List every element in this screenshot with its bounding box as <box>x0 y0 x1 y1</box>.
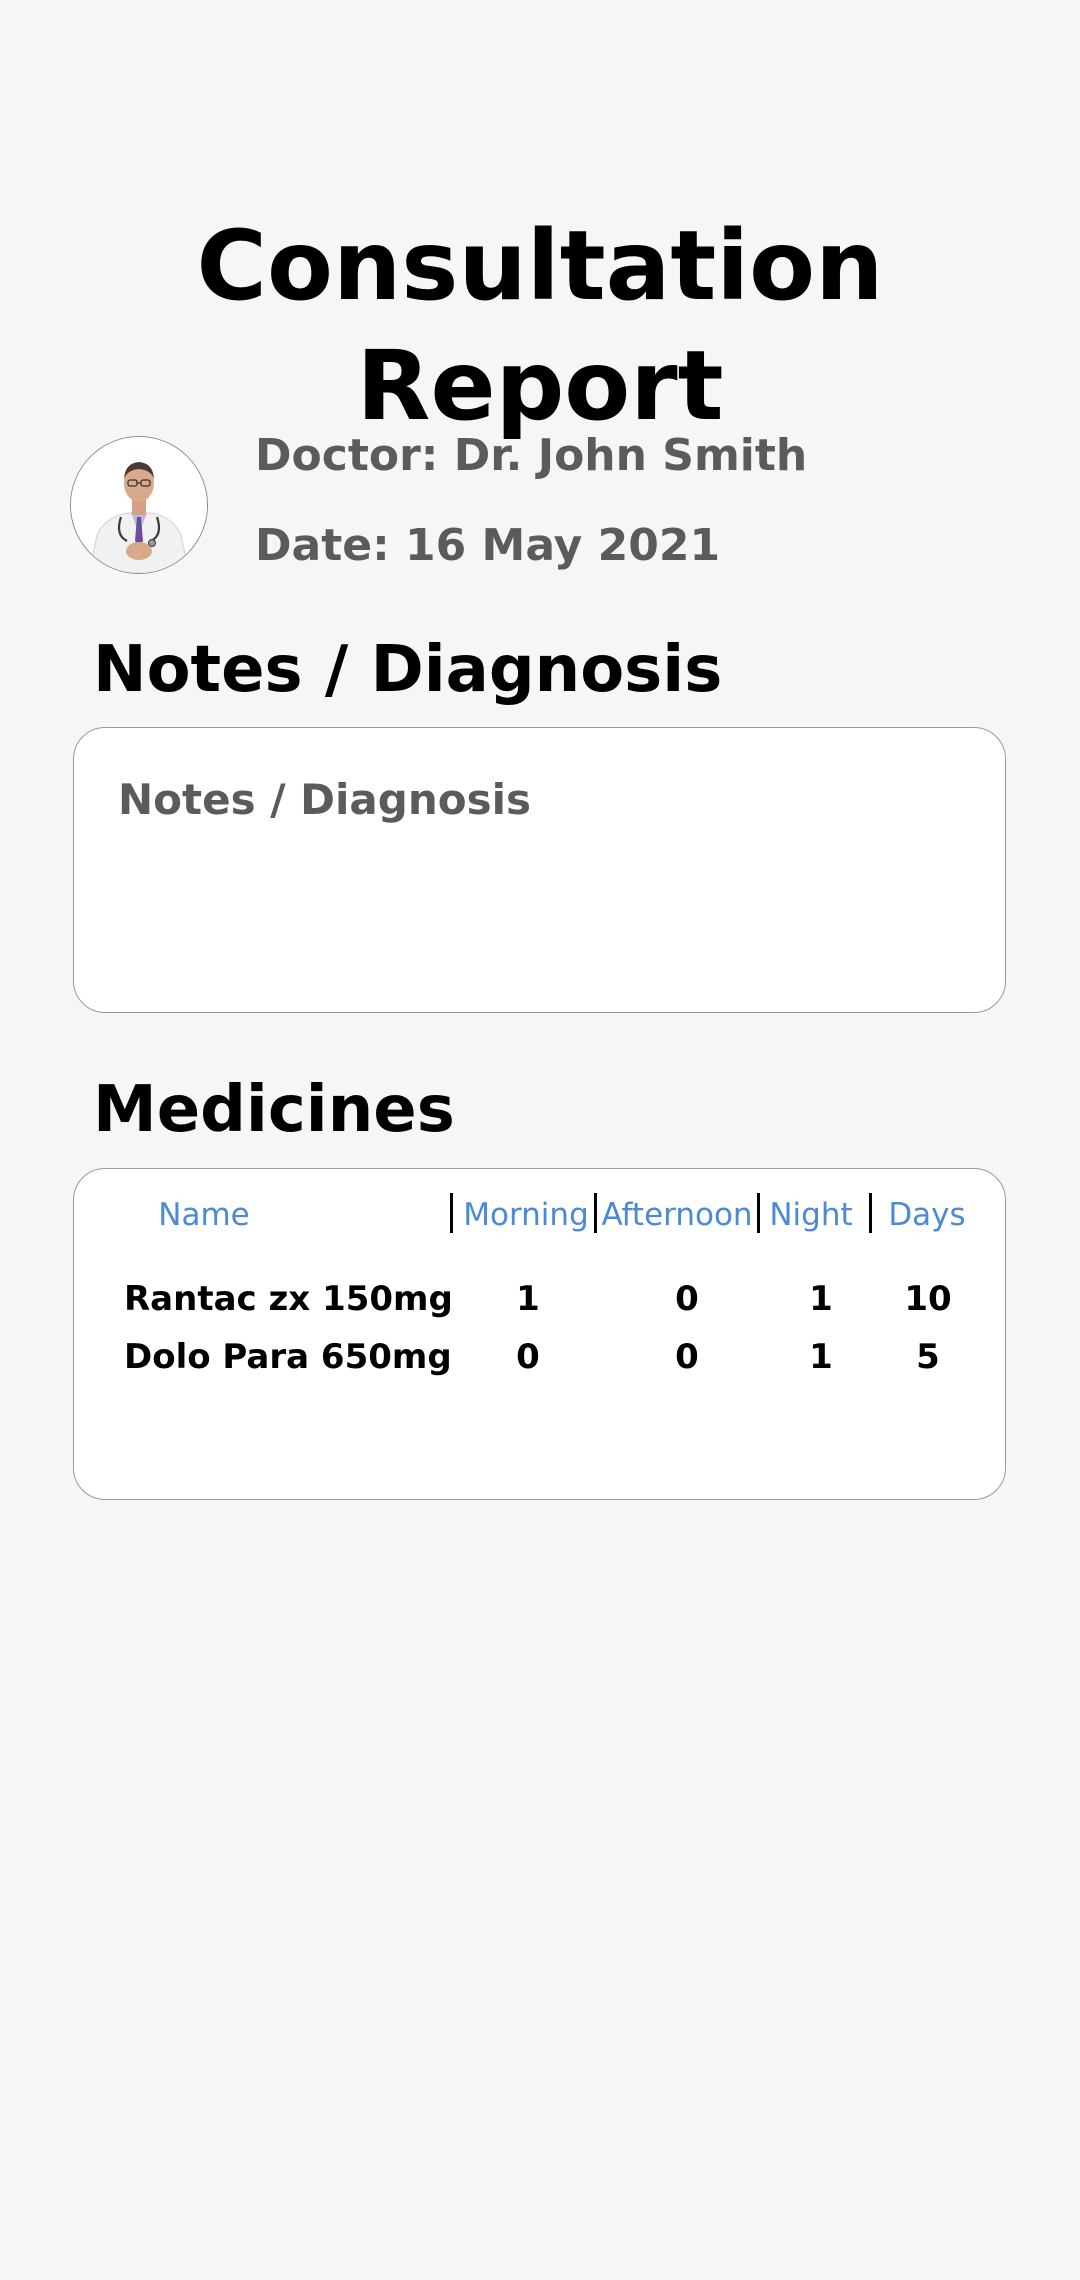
afternoon-dose: 0 <box>675 1279 699 1319</box>
column-header-morning: Morning <box>463 1197 589 1233</box>
afternoon-dose: 0 <box>675 1337 699 1377</box>
medicines-heading: Medicines <box>93 1073 455 1147</box>
medicines-table: Name Morning Afternoon Night Days Rantac… <box>73 1168 1006 1500</box>
column-divider <box>869 1193 872 1233</box>
days-count: 5 <box>916 1337 940 1377</box>
page-title: Consultation Report <box>196 210 884 442</box>
column-divider <box>450 1193 453 1233</box>
notes-input[interactable] <box>118 772 958 972</box>
column-header-afternoon: Afternoon <box>601 1197 753 1233</box>
column-divider <box>594 1193 597 1233</box>
consultation-date: Date: 16 May 2021 <box>255 520 721 571</box>
column-header-days: Days <box>888 1197 966 1233</box>
column-header-name: Name <box>158 1197 250 1233</box>
medicine-name: Rantac zx 150mg <box>124 1279 453 1319</box>
morning-dose: 1 <box>516 1279 540 1319</box>
night-dose: 1 <box>809 1337 833 1377</box>
night-dose: 1 <box>809 1279 833 1319</box>
doctor-name: Doctor: Dr. John Smith <box>255 430 808 481</box>
medicine-name: Dolo Para 650mg <box>124 1337 452 1377</box>
notes-card <box>73 727 1006 1013</box>
column-header-night: Night <box>769 1197 853 1233</box>
doctor-avatar <box>70 436 208 574</box>
morning-dose: 0 <box>516 1337 540 1377</box>
notes-heading: Notes / Diagnosis <box>93 633 723 707</box>
column-divider <box>757 1193 760 1233</box>
doctor-portrait-icon <box>71 437 207 573</box>
days-count: 10 <box>904 1279 952 1319</box>
